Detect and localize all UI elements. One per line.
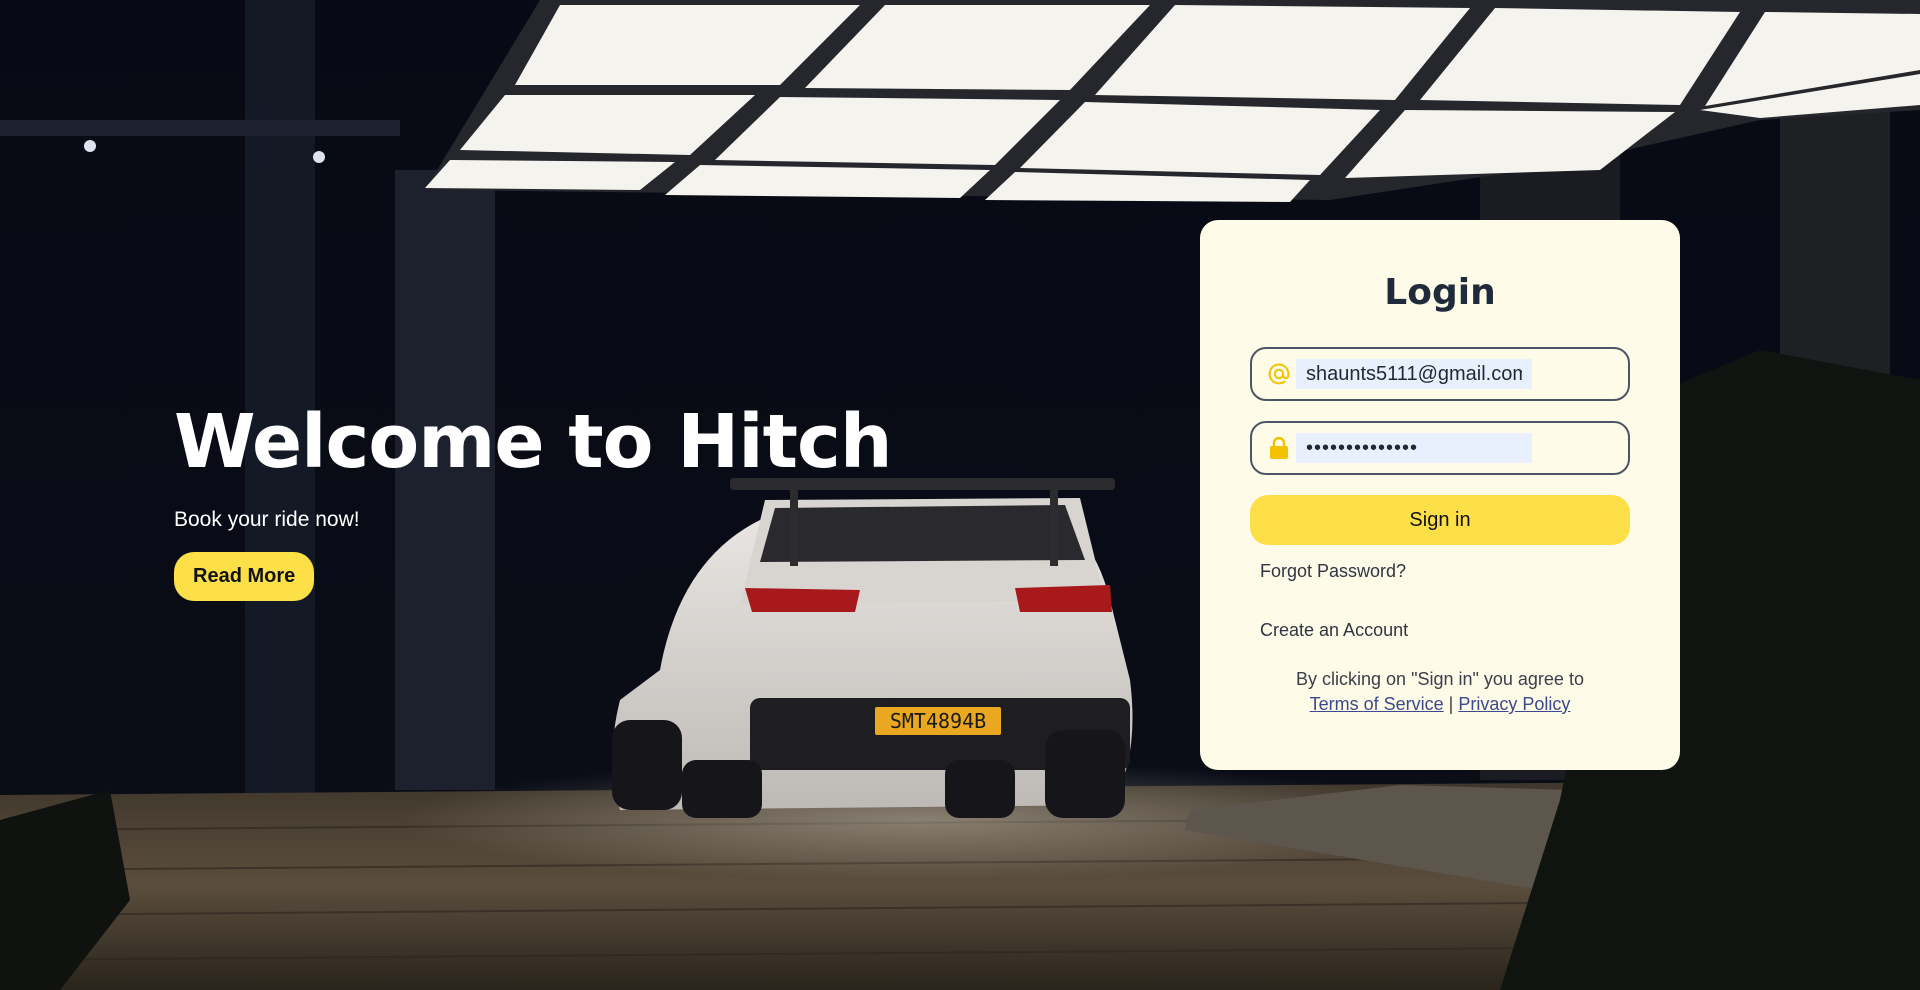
forgot-password-link[interactable]: Forgot Password? — [1260, 561, 1630, 582]
email-input[interactable] — [1296, 359, 1532, 389]
create-account-link[interactable]: Create an Account — [1260, 620, 1630, 641]
sign-in-button[interactable]: Sign in — [1250, 495, 1630, 545]
hero-title: Welcome to Hitch — [174, 399, 892, 485]
hero-subtitle: Book your ride now! — [174, 508, 360, 531]
terms-links: Terms of Service | Privacy Policy — [1250, 692, 1630, 717]
hero: Welcome to Hitch Book your ride now! Rea… — [174, 398, 892, 601]
terms-of-service-link[interactable]: Terms of Service — [1310, 694, 1444, 714]
at-icon — [1266, 361, 1292, 387]
password-input[interactable] — [1296, 433, 1532, 463]
lock-icon — [1266, 435, 1292, 461]
read-more-button[interactable]: Read More — [174, 552, 315, 601]
terms-text: By clicking on "Sign in" you agree to — [1296, 669, 1584, 689]
password-field[interactable] — [1250, 421, 1630, 475]
login-title: Login — [1384, 272, 1496, 313]
terms-notice: By clicking on "Sign in" you agree to Te… — [1250, 667, 1630, 717]
privacy-policy-link[interactable]: Privacy Policy — [1458, 694, 1570, 714]
license-plate: SMT4894B — [890, 709, 986, 733]
login-card: Login Sign in Forgot Password? Create an… — [1200, 220, 1680, 770]
email-field[interactable] — [1250, 347, 1630, 401]
links-separator: | — [1448, 694, 1454, 714]
